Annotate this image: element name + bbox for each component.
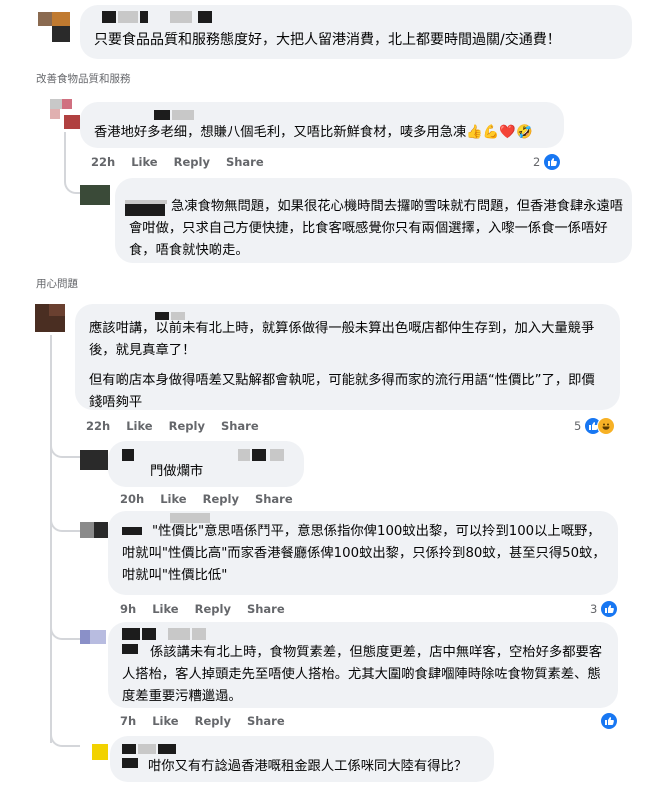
reaction-summary[interactable]: 3 xyxy=(590,600,619,618)
thread-line xyxy=(50,440,80,458)
reaction-count: 2 xyxy=(533,155,541,169)
reaction-summary[interactable]: 5 xyxy=(574,417,616,435)
reply-button[interactable]: Reply xyxy=(195,714,231,728)
comment-text: 香港地好多老细，想賺八個毛利，又唔比新鮮食材，唛多用急凍👍💪❤️🤣 xyxy=(94,125,533,140)
avatar[interactable] xyxy=(38,12,70,42)
like-button[interactable]: Like xyxy=(152,714,178,728)
like-icon xyxy=(600,600,619,618)
avatar[interactable] xyxy=(50,99,80,129)
share-button[interactable]: Share xyxy=(247,602,285,616)
comment-text: 只要食品品質和服務態度好，大把人留港消費，北上都要時間過關/交通費！ xyxy=(94,32,561,48)
thread-line xyxy=(50,622,80,640)
share-button[interactable]: Share xyxy=(247,714,285,728)
comment-text: 應該咁講，以前未有北上時，就算係做得一般未算出色嘅店都仲生存到，加入大量競爭後，… xyxy=(89,318,603,414)
comment-bubble: 門做爛市 xyxy=(108,441,304,487)
comment-text: 急凍食物無問題，如果很花心機時間去攞啲雪味就冇問題，但香港食肆永遠唔會咁做，只求… xyxy=(129,199,624,258)
comment-time[interactable]: 22h xyxy=(86,419,110,433)
comment-actions: 22h Like Reply Share xyxy=(91,155,280,169)
comment-bubble: 只要食品品質和服務態度好，大把人留港消費，北上都要時間過關/交通費！ xyxy=(80,5,632,59)
comment-bubble: 香港地好多老细，想賺八個毛利，又唔比新鮮食材，唛多用急凍👍💪❤️🤣 xyxy=(80,102,564,148)
section-label: 改善食物品質和服務 xyxy=(36,73,131,85)
comment-bubble: 係該講未有北上時，食物質素差，但態度更差，店中無咩客，空枱好多都要客人搭枱，客人… xyxy=(108,622,618,708)
comment-text: "性價比"意思唔係鬥平，意思係指你俾100蚊出黎，可以拎到100以上嘅野，咁就叫… xyxy=(122,524,606,583)
avatar[interactable] xyxy=(92,744,108,760)
like-button[interactable]: Like xyxy=(152,602,178,616)
avatar[interactable] xyxy=(80,450,108,470)
reply-button[interactable]: Reply xyxy=(169,419,205,433)
like-button[interactable]: Like xyxy=(126,419,152,433)
share-button[interactable]: Share xyxy=(221,419,259,433)
comment-actions: 20h Like Reply Share xyxy=(120,492,309,506)
haha-icon xyxy=(597,417,616,435)
share-button[interactable]: Share xyxy=(226,155,264,169)
reaction-count: 3 xyxy=(590,602,598,616)
comment-bubble: "性價比"意思唔係鬥平，意思係指你俾100蚊出黎，可以拎到100以上嘅野，咁就叫… xyxy=(108,511,618,595)
thread-line xyxy=(50,731,80,747)
avatar[interactable] xyxy=(80,630,106,644)
section-label: 用心問題 xyxy=(36,278,78,290)
reaction-summary[interactable] xyxy=(600,712,618,730)
avatar[interactable] xyxy=(35,304,65,332)
comment-time[interactable]: 7h xyxy=(120,714,136,728)
thread-line xyxy=(64,132,80,194)
thread-line xyxy=(50,335,52,743)
comment-text: 咁你又有冇諗過香港嘅租金跟人工係咪同大陸有得比？ xyxy=(148,759,468,774)
like-button[interactable]: Like xyxy=(160,492,186,506)
avatar[interactable] xyxy=(80,185,110,205)
share-button[interactable]: Share xyxy=(255,492,293,506)
reply-button[interactable]: Reply xyxy=(195,602,231,616)
comment-paragraph: 但有啲店本身做得唔差又點解都會執呢，可能就多得而家的流行用語“性價比”了，即價錢… xyxy=(89,373,595,410)
like-button[interactable]: Like xyxy=(131,155,157,169)
like-icon xyxy=(600,712,618,730)
comment-actions: 9h Like Reply Share xyxy=(120,602,301,616)
reply-button[interactable]: Reply xyxy=(203,492,239,506)
comment-paragraph: 應該咁講，以前未有北上時，就算係做得一般未算出色嘅店都仲生存到，加入大量競爭後，… xyxy=(89,321,595,358)
comment-bubble: 應該咁講，以前未有北上時，就算係做得一般未算出色嘅店都仲生存到，加入大量競爭後，… xyxy=(75,304,620,410)
reply-button[interactable]: Reply xyxy=(174,155,210,169)
comment-text: 係該講未有北上時，食物質素差，但態度更差，店中無咩客，空枱好多都要客人搭枱，客人… xyxy=(122,645,603,704)
comment-bubble: 急凍食物無問題，如果很花心機時間去攞啲雪味就冇問題，但香港食肆永遠唔會咁做，只求… xyxy=(115,178,632,263)
avatar[interactable] xyxy=(80,522,108,538)
comment-bubble: 咁你又有冇諗過香港嘅租金跟人工係咪同大陸有得比？ xyxy=(110,736,494,782)
comment-time[interactable]: 20h xyxy=(120,492,144,506)
comment-time[interactable]: 22h xyxy=(91,155,115,169)
like-icon xyxy=(543,153,562,171)
thread-line xyxy=(50,514,80,532)
comment-actions: 7h Like Reply Share xyxy=(120,714,301,728)
comment-text: 門做爛市 xyxy=(150,464,204,479)
comment-time[interactable]: 9h xyxy=(120,602,136,616)
reaction-summary[interactable]: 2 xyxy=(533,153,562,171)
comment-actions: 22h Like Reply Share xyxy=(86,419,275,433)
reaction-count: 5 xyxy=(574,419,582,433)
